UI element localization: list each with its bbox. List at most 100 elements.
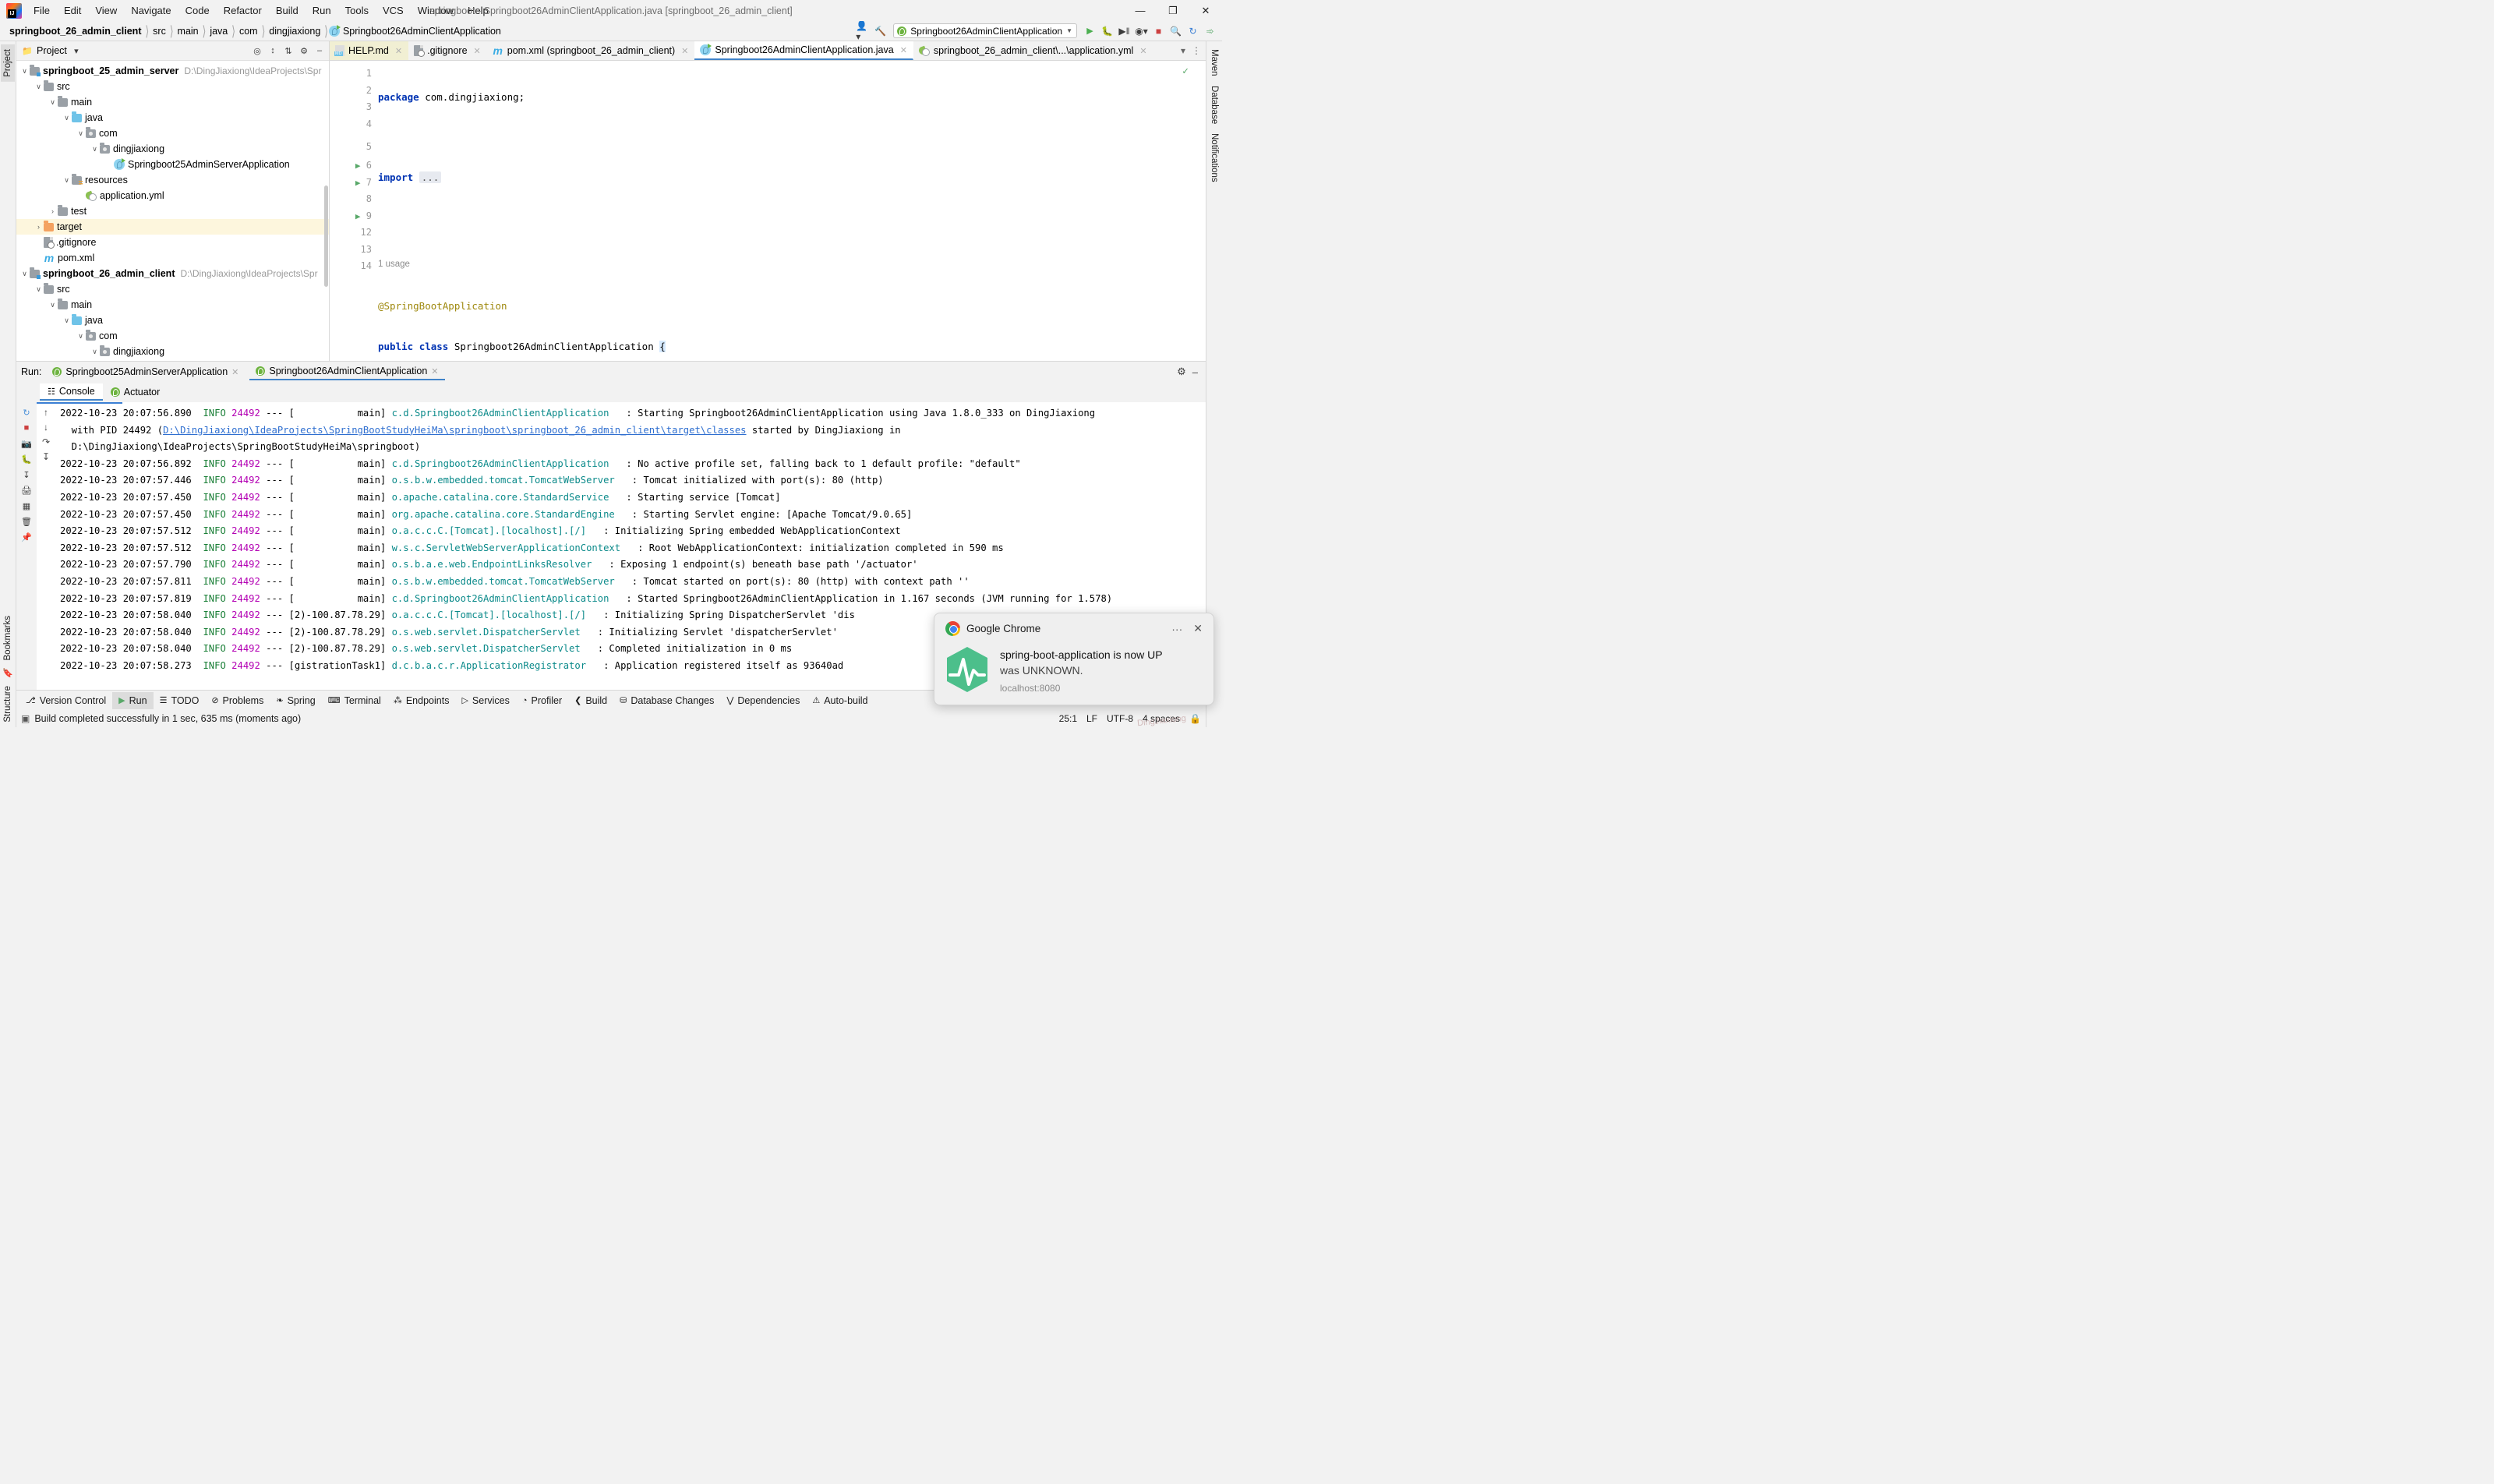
menu-tools[interactable]: Tools [338, 2, 376, 19]
scroll-down-icon[interactable]: ↓ [44, 422, 48, 433]
file-encoding[interactable]: UTF-8 [1107, 713, 1133, 724]
tool-window-auto-build[interactable]: ⚠ Auto-build [806, 692, 874, 709]
tool-window-build[interactable]: ❮ Build [568, 692, 613, 709]
sidebar-item-structure[interactable]: Structure [1, 681, 15, 727]
breadcrumb-class[interactable]: Springboot26AdminClientApplication [340, 24, 504, 38]
tool-window-services[interactable]: ▷ Services [455, 692, 515, 709]
tab-console[interactable]: ☷ Console [40, 383, 103, 401]
close-icon[interactable]: ✕ [431, 366, 438, 376]
chevron-right-icon[interactable]: › [48, 207, 58, 215]
grid-icon[interactable]: ▦ [19, 499, 34, 513]
search-icon[interactable]: 🔍 [1168, 23, 1183, 38]
menu-vcs[interactable]: VCS [376, 2, 411, 19]
menu-file[interactable]: File [26, 2, 57, 19]
tree-node-springboot26adminclientapplication[interactable]: Springboot26AdminClientApplication [16, 359, 329, 361]
menu-navigate[interactable]: Navigate [124, 2, 178, 19]
sidebar-item-bookmarks[interactable]: Bookmarks [1, 611, 15, 666]
menu-edit[interactable]: Edit [57, 2, 88, 19]
tree-node-java[interactable]: ∨ java [16, 110, 329, 125]
code-editor[interactable]: 1 2 3 4 5 ▶ 6 ▶ 7 8 ▶ 9 12 13 14 package com.dingji… [330, 61, 1206, 361]
tool-window-dependencies[interactable]: ⋁ Dependencies [720, 692, 806, 709]
soft-wrap-icon[interactable]: ↷ [42, 436, 50, 447]
close-icon[interactable]: ✕ [395, 46, 402, 56]
stop-icon[interactable]: ■ [19, 421, 34, 435]
code-content[interactable]: package com.dingjiaxiong; import ... 1 u… [378, 61, 1206, 361]
status-message[interactable]: Build completed successfully in 1 sec, 6… [34, 713, 301, 724]
coverage-icon[interactable]: ▶‖ [1117, 23, 1132, 38]
chevron-down-icon[interactable]: ▾ [70, 44, 83, 57]
tree-node-dingjiaxiong[interactable]: ∨ dingjiaxiong [16, 141, 329, 157]
run-configuration-selector[interactable]: Springboot26AdminClientApplication ▼ [893, 23, 1077, 38]
tool-window-problems[interactable]: ⊘ Problems [205, 692, 270, 709]
rerun-icon[interactable]: ↻ [19, 405, 34, 419]
tool-window-spring[interactable]: ❧ Spring [270, 692, 321, 709]
print-icon[interactable]: 🖨 [19, 483, 34, 497]
menu-window[interactable]: Window [411, 2, 461, 19]
editor-tab-pom-xml[interactable]: m pom.xml (springboot_26_admin_client) ✕ [487, 41, 695, 60]
tree-node-springboot-25-admin-server[interactable]: ∨ springboot_25_admin_server D:\DingJiaxio… [16, 63, 329, 79]
minimize-button[interactable]: — [1124, 0, 1157, 21]
sidebar-item-database[interactable]: Database [1207, 81, 1221, 129]
update-icon[interactable]: ↻ [1185, 23, 1200, 38]
chevron-down-icon[interactable]: ∨ [90, 145, 100, 154]
project-tree-scrollbar[interactable] [324, 186, 328, 287]
tool-window-terminal[interactable]: ⌨ Terminal [322, 692, 387, 709]
hammer-icon[interactable]: 🔨 [873, 23, 888, 38]
tree-node-resources[interactable]: ∨ resources [16, 172, 329, 188]
close-icon[interactable]: ✕ [900, 45, 907, 55]
chevron-down-icon[interactable]: ∨ [19, 67, 30, 76]
tab-actuator[interactable]: Actuator [103, 384, 168, 400]
account-icon[interactable]: 👤▾ [856, 20, 871, 42]
chevron-down-icon[interactable]: ∨ [62, 114, 72, 122]
settings-gear-icon[interactable]: ⚙ [298, 44, 310, 57]
chevron-down-icon[interactable]: ∨ [48, 98, 58, 107]
profile-icon[interactable]: ◉▾ [1134, 23, 1149, 38]
breadcrumb-com[interactable]: com [236, 24, 261, 38]
pin-icon[interactable]: 📌 [19, 530, 34, 544]
editor-tab-help-md[interactable]: HELP.md ✕ [330, 41, 409, 60]
menu-view[interactable]: View [88, 2, 124, 19]
tree-node-src[interactable]: ∨ src [16, 79, 329, 94]
export-icon[interactable]: ↧ [19, 468, 34, 482]
tree-node-main[interactable]: ∨ main [16, 94, 329, 110]
tree-node-springboot-26-admin-client[interactable]: ∨ springboot_26_admin_client D:\DingJiaxio… [16, 266, 329, 281]
close-icon[interactable]: ✕ [231, 367, 238, 377]
close-icon[interactable]: ✕ [1193, 622, 1203, 635]
log-file-link[interactable]: D:\DingJiaxiong\IdeaProjects\SpringBootS… [163, 425, 746, 436]
sidebar-item-maven[interactable]: Maven [1207, 44, 1221, 81]
gutter-run-icon[interactable]: ▶ [355, 178, 361, 188]
collapse-all-icon[interactable]: ⇅ [282, 44, 295, 57]
bug-icon[interactable]: 🐛 [19, 452, 34, 466]
tool-window-run[interactable]: ▶ Run [112, 691, 154, 709]
tree-node-com[interactable]: ∨ com [16, 125, 329, 141]
chevron-down-icon[interactable]: ∨ [34, 83, 44, 91]
lock-icon[interactable]: 🔒 [1189, 713, 1201, 724]
share-icon[interactable]: ➾ [1203, 23, 1217, 38]
scroll-to-end-icon[interactable]: ↧ [42, 451, 50, 462]
breadcrumb-java[interactable]: java [207, 24, 231, 38]
run-tab-server[interactable]: Springboot25AdminServerApplication ✕ [46, 364, 245, 380]
tool-window-profiler[interactable]: ◔ Profiler [516, 692, 568, 709]
close-button[interactable]: ✕ [1189, 0, 1222, 21]
breadcrumb-src[interactable]: src [150, 24, 169, 38]
editor-tab-application-yml[interactable]: springboot_26_admin_client\...\applicati… [913, 41, 1153, 60]
tool-window-version-control[interactable]: ⎇ Version Control [19, 692, 112, 709]
close-icon[interactable]: ✕ [474, 46, 481, 56]
caret-position[interactable]: 25:1 [1059, 713, 1077, 724]
hide-icon[interactable]: – [313, 44, 326, 57]
folded-imports[interactable]: ... [419, 171, 442, 183]
chevron-down-icon[interactable]: ∨ [90, 348, 100, 356]
inspection-ok-icon[interactable]: ✓ [1182, 65, 1189, 77]
run-icon[interactable]: ▶ [1083, 23, 1097, 38]
menu-help[interactable]: Help [461, 2, 496, 19]
gutter-run-icon[interactable]: ▶ [355, 211, 361, 221]
tree-node-src[interactable]: ∨ src [16, 281, 329, 297]
sidebar-item-notifications[interactable]: Notifications [1207, 129, 1221, 187]
tree-node-test[interactable]: › test [16, 203, 329, 219]
more-options-icon[interactable]: ··· [1171, 623, 1182, 635]
expand-all-icon[interactable]: ↕ [267, 44, 279, 57]
tree-node--gitignore[interactable]: .gitignore [16, 235, 329, 250]
tool-window-database-changes[interactable]: ⛁ Database Changes [613, 692, 720, 709]
tree-node-java[interactable]: ∨ java [16, 313, 329, 328]
chevron-right-icon[interactable]: › [34, 223, 44, 231]
